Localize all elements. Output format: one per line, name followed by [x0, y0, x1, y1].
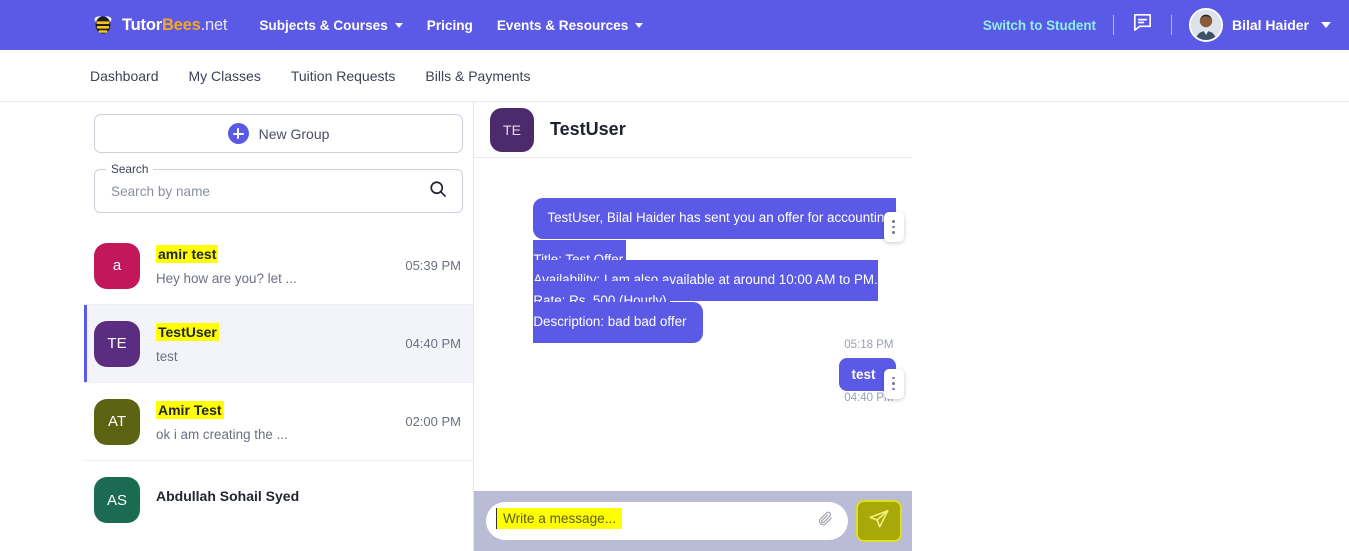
message-list: TestUser, Bilal Haider has sent you an o…: [474, 158, 912, 491]
search-input[interactable]: [109, 182, 428, 200]
paperclip-icon[interactable]: [817, 510, 834, 532]
nav-events-resources-label: Events & Resources: [496, 17, 629, 33]
conversation-name: amir test: [156, 245, 219, 263]
conversation-item-abdullah-sohail-syed[interactable]: AS Abdullah Sohail Syed: [84, 461, 473, 539]
new-group-button[interactable]: New Group: [94, 114, 463, 153]
subnav-item-my-classes[interactable]: My Classes: [189, 68, 261, 84]
conversation-name: Abdullah Sohail Syed: [156, 487, 300, 504]
top-navigation-bar: TutorBees.net Subjects & Courses Pricing…: [0, 0, 1349, 50]
avatar: a: [94, 242, 140, 289]
top-nav-right-cluster: Switch to Student Bilal Haider: [983, 8, 1331, 42]
chevron-down-icon: [394, 22, 403, 28]
avatar: TE: [94, 320, 140, 367]
divider: [1112, 15, 1114, 35]
nav-subjects-courses-label: Subjects & Courses: [259, 17, 388, 33]
message-composer: Write a message...: [474, 491, 912, 551]
message-bubble-wrapper: TestUser, Bilal Haider has sent you an o…: [533, 198, 904, 343]
more-options-icon[interactable]: [883, 368, 904, 399]
chat-bubble-icon[interactable]: [1131, 11, 1154, 39]
nav-pricing[interactable]: Pricing: [427, 18, 473, 33]
avatar[interactable]: [1188, 8, 1223, 42]
new-group-label: New Group: [258, 125, 330, 142]
send-paper-plane-icon: [868, 508, 890, 535]
chat-thread-title: TestUser: [550, 119, 626, 139]
chevron-down-icon[interactable]: [1321, 22, 1331, 28]
logo-text-part1: Tutor: [122, 15, 162, 34]
secondary-navigation-bar: Dashboard My Classes Tuition Requests Bi…: [0, 50, 1349, 102]
conversation-text: amir test Hey how are you? let ...: [156, 245, 405, 286]
conversation-text: Abdullah Sohail Syed: [156, 488, 461, 513]
subnav-item-bills-payments[interactable]: Bills & Payments: [425, 68, 530, 84]
search-legend-label: Search: [106, 162, 154, 176]
conversation-name: TestUser: [156, 323, 219, 341]
conversation-time: 02:00 PM: [405, 414, 461, 429]
nav-events-resources[interactable]: Events & Resources: [496, 17, 644, 33]
message-input[interactable]: [502, 512, 817, 530]
send-button[interactable]: [857, 502, 900, 540]
conversation-time: 04:40 PM: [405, 336, 461, 351]
search-icon[interactable]: [428, 179, 448, 204]
logo-text-part3: .net: [200, 15, 228, 34]
right-gutter: [911, 102, 1349, 551]
avatar: AS: [94, 477, 140, 523]
conversation-time: 05:39 PM: [405, 258, 461, 273]
subnav-item-tuition-requests[interactable]: Tuition Requests: [291, 68, 396, 84]
chat-thread-header: TE TestUser: [474, 102, 912, 158]
nav-pricing-label: Pricing: [426, 17, 473, 33]
messaging-page-body: New Group Search a amir test Hey how are…: [0, 102, 1349, 551]
switch-to-student-link[interactable]: Switch to Student: [983, 18, 1096, 33]
conversation-snippet: test: [156, 349, 178, 364]
chevron-down-icon: [635, 22, 644, 28]
message-bubble-offer: TestUser, Bilal Haider has sent you an o…: [533, 198, 896, 343]
subnav-item-dashboard[interactable]: Dashboard: [90, 68, 159, 84]
logo-text-part2: Bees: [161, 15, 201, 34]
conversation-list: a amir test Hey how are you? let ... 05:…: [84, 227, 473, 539]
logo-text: TutorBees.net: [122, 15, 228, 35]
site-logo[interactable]: TutorBees.net: [90, 12, 228, 38]
nav-subjects-courses[interactable]: Subjects & Courses: [259, 17, 403, 33]
message-row: test 04:40 PM: [490, 357, 904, 404]
chat-thread-panel: TE TestUser TestUser, Bilal Haider has s…: [474, 102, 912, 551]
search-field[interactable]: Search: [94, 162, 463, 213]
conversation-item-amir-test[interactable]: a amir test Hey how are you? let ... 05:…: [84, 227, 473, 305]
conversation-list-panel: New Group Search a amir test Hey how are…: [84, 102, 483, 551]
plus-icon: [227, 123, 249, 144]
primary-nav-links: Subjects & Courses Pricing Events & Reso…: [259, 17, 644, 33]
message-bubble-wrapper: test: [839, 357, 904, 399]
conversation-snippet: Hey how are you? let ...: [156, 271, 297, 286]
conversation-text: TestUser test: [156, 323, 405, 364]
conversation-text: Amir Test ok i am creating the ...: [156, 401, 405, 442]
conversation-name: Amir Test: [156, 401, 224, 419]
conversation-item-amir-test-2[interactable]: AT Amir Test ok i am creating the ... 02…: [84, 383, 473, 461]
message-timestamp: 05:18 PM: [844, 338, 894, 351]
divider: [1170, 15, 1172, 35]
bee-icon: [90, 12, 116, 38]
conversation-snippet: ok i am creating the ...: [156, 427, 288, 442]
conversation-item-testuser[interactable]: TE TestUser test 04:40 PM: [84, 305, 473, 383]
avatar: TE: [490, 107, 534, 152]
more-options-icon[interactable]: [883, 212, 904, 242]
avatar: AT: [94, 398, 140, 445]
message-row: TestUser, Bilal Haider has sent you an o…: [490, 198, 904, 351]
message-input-wrapper[interactable]: Write a message...: [486, 502, 848, 540]
user-name-label[interactable]: Bilal Haider: [1232, 17, 1309, 33]
